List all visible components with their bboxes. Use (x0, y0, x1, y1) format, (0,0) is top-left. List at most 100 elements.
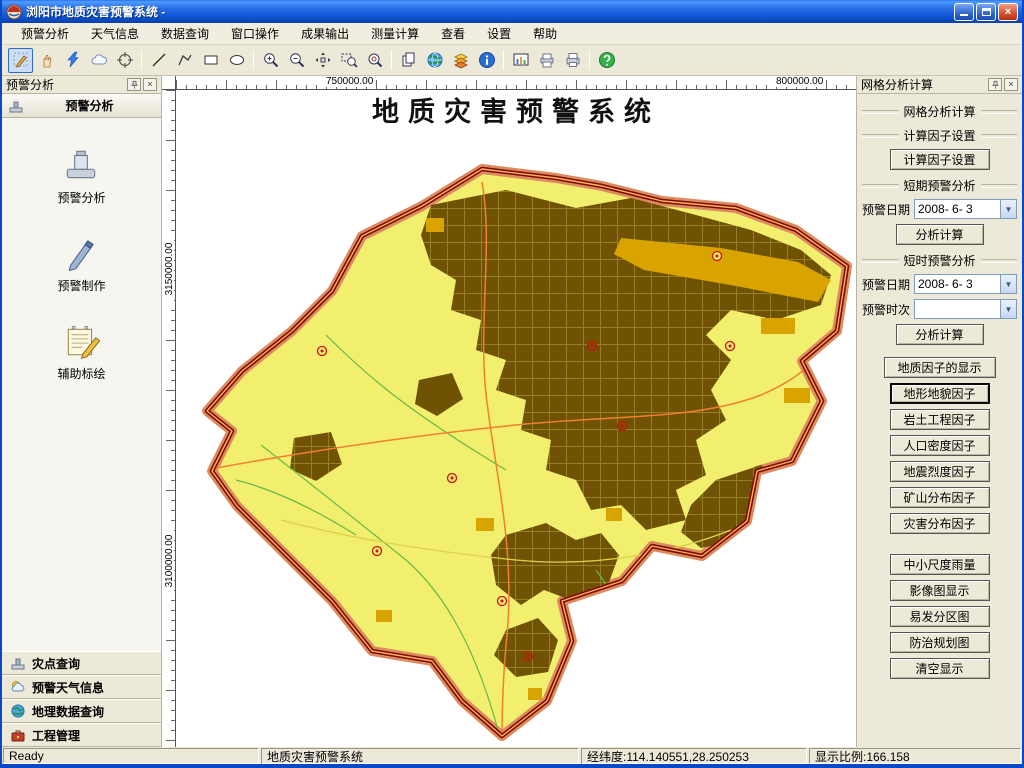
dropdown-arrow-icon[interactable]: ▼ (1000, 200, 1016, 218)
target-tool-button[interactable] (112, 48, 137, 73)
cloud-tool-button[interactable] (86, 48, 111, 73)
factor-mine-button[interactable]: 矿山分布因子 (890, 487, 990, 508)
item-aux-draw[interactable]: 辅助标绘 (57, 322, 105, 382)
edit-tool-button[interactable] (8, 48, 33, 73)
clear-display-button[interactable]: 清空显示 (890, 658, 990, 679)
map-canvas[interactable] (176, 90, 856, 747)
lightning-icon (64, 51, 82, 69)
rectangle-tool-button[interactable] (198, 48, 223, 73)
maximize-icon (982, 8, 991, 16)
short-time-times-row: 预警时次 ▼ (862, 299, 1017, 319)
toolbar-separator (503, 50, 504, 70)
bar-project-manage[interactable]: 工程管理 (2, 723, 161, 747)
help-icon (598, 51, 616, 69)
dropdown-arrow-icon[interactable]: ▼ (1000, 300, 1016, 318)
left-panel-title: 预警分析 (6, 76, 125, 93)
zoom-window-tool-button[interactable] (336, 48, 361, 73)
disaster-query-icon (10, 655, 26, 671)
left-panel-pin-button[interactable] (127, 78, 141, 91)
title-bar: 浏阳市地质灾害预警系统 - × (2, 0, 1022, 23)
polyline-icon (176, 51, 194, 69)
ruler-left-label: 3100000.00 (164, 527, 174, 595)
group-short-time: 短时预警分析 (862, 252, 1017, 269)
bar-label: 地理数据查询 (32, 703, 104, 720)
zoom-window-icon (340, 51, 358, 69)
menu-result-output[interactable]: 成果输出 (290, 22, 360, 45)
line-icon (150, 51, 168, 69)
layers-tool-button[interactable] (448, 48, 473, 73)
ruler-top-label: 750000.00 (324, 76, 375, 87)
short-term-date-label: 预警日期 (862, 201, 914, 218)
info-tool-button[interactable] (474, 48, 499, 73)
short-time-date-combo[interactable]: 2008- 6- 3 ▼ (914, 274, 1017, 294)
toolbar (2, 45, 1022, 76)
short-time-times-value (915, 300, 1000, 318)
prone-zone-button[interactable]: 易发分区图 (890, 606, 990, 627)
short-time-times-combo[interactable]: ▼ (914, 299, 1017, 319)
close-icon: × (147, 80, 152, 89)
map-area: 750000.00 800000.00 3150000.00 3100000.0… (162, 76, 856, 747)
prevention-plan-button[interactable]: 防治规划图 (890, 632, 990, 653)
flash-tool-button[interactable] (60, 48, 85, 73)
ruler-left-label: 3150000.00 (164, 235, 174, 303)
zoom-full-tool-button[interactable] (362, 48, 387, 73)
left-panel-close-button[interactable]: × (143, 78, 157, 91)
menu-measure-calc[interactable]: 测量计算 (360, 22, 430, 45)
menu-warning-analysis[interactable]: 预警分析 (10, 22, 80, 45)
short-term-date-combo[interactable]: 2008- 6- 3 ▼ (914, 199, 1017, 219)
aux-draw-icon (62, 322, 100, 360)
factor-terrain-button[interactable]: 地形地貌因子 (890, 383, 990, 404)
rectangle-icon (202, 51, 220, 69)
item-warning-make[interactable]: 预警制作 (57, 234, 105, 294)
close-button[interactable]: × (998, 3, 1018, 21)
item-label: 辅助标绘 (57, 365, 105, 382)
bar-weather-info[interactable]: 预警天气信息 (2, 675, 161, 699)
zoom-in-tool-button[interactable] (258, 48, 283, 73)
pan-tool-button[interactable] (310, 48, 335, 73)
globe-tool-button[interactable] (422, 48, 447, 73)
short-term-analyze-button[interactable]: 分析计算 (896, 224, 984, 245)
rainfall-button[interactable]: 中小尺度雨量 (890, 554, 990, 575)
print-preview-tool-button[interactable] (534, 48, 559, 73)
zoom-in-icon (262, 51, 280, 69)
menu-data-query[interactable]: 数据查询 (150, 22, 220, 45)
menu-view[interactable]: 查看 (430, 22, 476, 45)
zoom-out-tool-button[interactable] (284, 48, 309, 73)
menu-settings[interactable]: 设置 (476, 22, 522, 45)
factor-disaster-button[interactable]: 灾害分布因子 (890, 513, 990, 534)
application-window: 浏阳市地质灾害预警系统 - × 预警分析 天气信息 数据查询 窗口操作 成果输出… (0, 0, 1024, 768)
factor-seismic-button[interactable]: 地震烈度因子 (890, 461, 990, 482)
right-panel-close-button[interactable]: × (1004, 78, 1018, 91)
menu-weather-info[interactable]: 天气信息 (80, 22, 150, 45)
menu-help[interactable]: 帮助 (522, 22, 568, 45)
image-display-button[interactable]: 影像图显示 (890, 580, 990, 601)
factor-setting-button[interactable]: 计算因子设置 (890, 149, 990, 170)
short-time-analyze-button[interactable]: 分析计算 (896, 324, 984, 345)
content-area: 预警分析 × 预警分析 (2, 76, 1022, 747)
item-warning-analysis[interactable]: 预警分析 (57, 146, 105, 206)
bar-disaster-query[interactable]: 灾点查询 (2, 651, 161, 675)
menu-window-ops[interactable]: 窗口操作 (220, 22, 290, 45)
right-panel-content: 网格分析计算 计算因子设置 计算因子设置 短期预警分析 预警日期 2008- 6… (857, 94, 1022, 747)
maximize-button[interactable] (976, 3, 996, 21)
dropdown-arrow-icon[interactable]: ▼ (1000, 275, 1016, 293)
line-tool-button[interactable] (146, 48, 171, 73)
right-panel-pin-button[interactable] (988, 78, 1002, 91)
copy-tool-button[interactable] (396, 48, 421, 73)
right-panel-title: 网格分析计算 (861, 76, 986, 93)
factor-geotech-button[interactable]: 岩土工程因子 (890, 409, 990, 430)
help-tool-button[interactable] (594, 48, 619, 73)
hand-tool-button[interactable] (34, 48, 59, 73)
stamp-icon (8, 98, 24, 114)
bar-geo-data-query[interactable]: 地理数据查询 (2, 699, 161, 723)
polyline-tool-button[interactable] (172, 48, 197, 73)
pan-icon (314, 51, 332, 69)
chart-icon (512, 51, 530, 69)
ellipse-tool-button[interactable] (224, 48, 249, 73)
print-tool-button[interactable] (560, 48, 585, 73)
factor-display-group-button[interactable]: 地质因子的显示 (884, 357, 996, 378)
left-panel-tab[interactable]: 预警分析 (2, 94, 161, 118)
minimize-button[interactable] (954, 3, 974, 21)
chart-tool-button[interactable] (508, 48, 533, 73)
factor-population-button[interactable]: 人口密度因子 (890, 435, 990, 456)
